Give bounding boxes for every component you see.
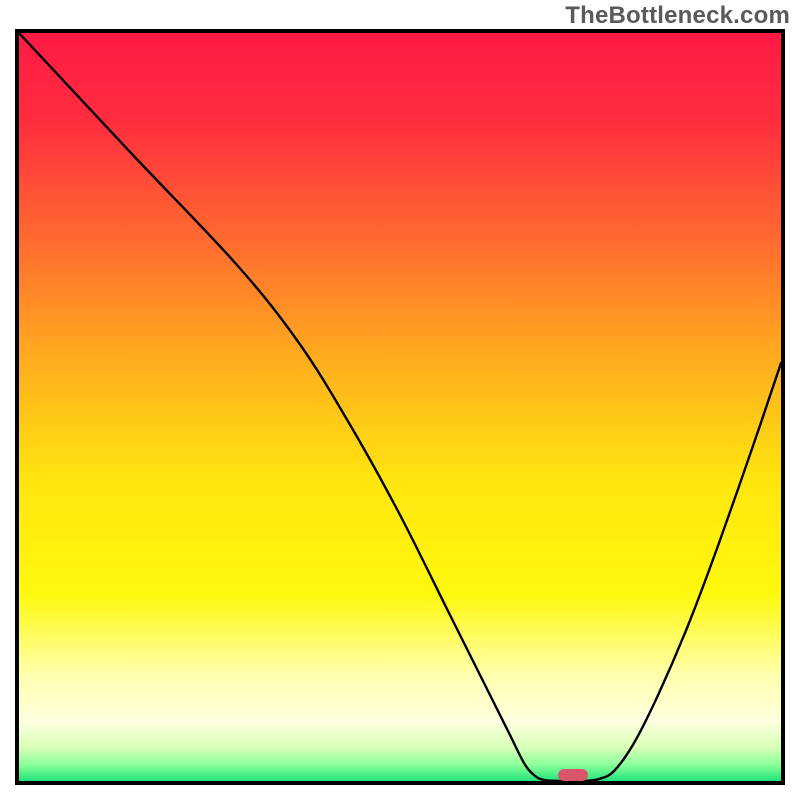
plot-frame bbox=[15, 29, 785, 785]
bottleneck-curve bbox=[19, 33, 781, 781]
watermark-text: TheBottleneck.com bbox=[565, 2, 790, 30]
chart-container: TheBottleneck.com bbox=[0, 0, 800, 800]
optimum-marker bbox=[558, 769, 588, 781]
